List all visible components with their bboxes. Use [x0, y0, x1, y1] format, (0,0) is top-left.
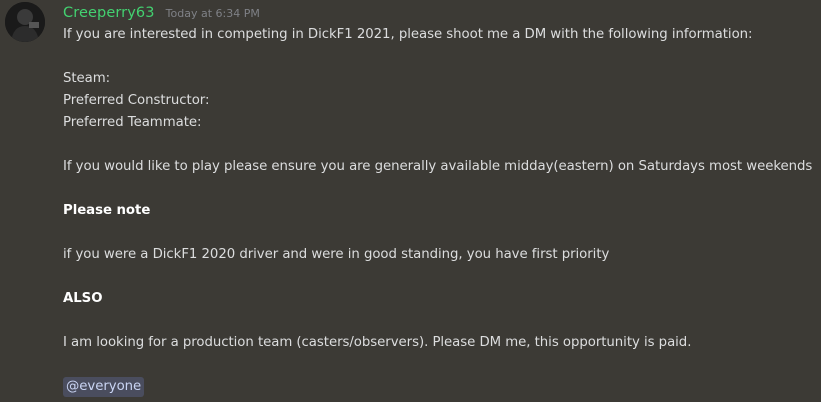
message-line-production: I am looking for a production team (cast…: [63, 335, 692, 350]
message-content: If you are interested in competing in Di…: [63, 24, 815, 398]
user-avatar[interactable]: [5, 2, 45, 42]
username[interactable]: Creeperry63: [63, 5, 155, 21]
avatar-image-icon: [5, 2, 45, 42]
message-line-availability: If you would like to play please ensure …: [63, 159, 813, 174]
message-line-priority: if you were a DickF1 2020 driver and wer…: [63, 247, 610, 262]
message-line-intro: If you are interested in competing in Di…: [63, 27, 753, 42]
message-line-steam: Steam:: [63, 71, 111, 86]
message-line-teammate: Preferred Teammate:: [63, 115, 202, 130]
timestamp: Today at 6:34 PM: [165, 7, 260, 20]
message-line-please-note: Please note: [63, 203, 151, 218]
message-header: Creeperry63 Today at 6:34 PM: [63, 2, 260, 22]
everyone-mention[interactable]: @everyone: [63, 377, 145, 397]
message-line-also: ALSO: [63, 291, 103, 306]
message-line-constructor: Preferred Constructor:: [63, 93, 210, 108]
chat-message: Creeperry63 Today at 6:34 PM If you are …: [0, 0, 821, 402]
